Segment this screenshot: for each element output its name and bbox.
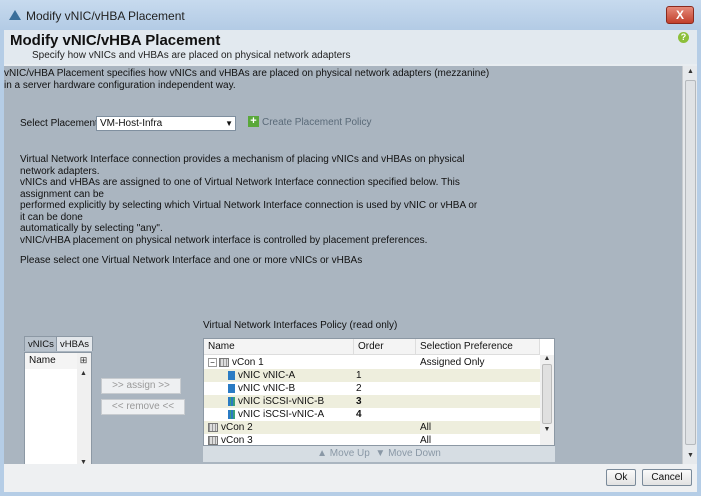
content-panel: vNIC/vHBA Placement specifies how vNICs … (4, 66, 697, 480)
vcon-icon (219, 357, 229, 367)
row-order: 1 (356, 370, 362, 381)
vnic-icon (228, 370, 235, 380)
row-name: vNIC iSCSI-vNIC-A (238, 409, 325, 420)
column-order[interactable]: Order (354, 339, 416, 355)
tab-vnics[interactable]: vNICs (24, 336, 58, 351)
row-preference: All (420, 435, 432, 446)
app-icon (9, 10, 21, 20)
move-up-label: Move Up (329, 448, 370, 459)
table-row[interactable]: vNIC iSCSI-vNIC-B 3 (204, 395, 540, 408)
description-line: performed explicitly by selecting which … (20, 200, 478, 211)
scroll-up-icon[interactable]: ▲ (77, 370, 90, 377)
assign-button[interactable]: >> assign >> (101, 378, 181, 394)
row-name: vNIC vNIC-B (238, 383, 296, 394)
table-row[interactable]: vCon 3 All (204, 434, 540, 446)
table-row[interactable]: vNIC vNIC-B 2 (204, 382, 540, 395)
column-selection-preference[interactable]: Selection Preference (416, 339, 540, 355)
intro-text: vNIC/vHBA Placement specifies how vNICs … (4, 68, 489, 91)
row-name: vCon 2 (221, 422, 253, 433)
title-bar: Modify vNIC/vHBA Placement X (0, 0, 701, 30)
column-name[interactable]: Name (204, 339, 354, 355)
description-line: automatically by selecting "any". (20, 223, 163, 234)
description-line: assignment can be (20, 188, 104, 200)
table-row[interactable]: vNIC iSCSI-vNIC-A 4 (204, 408, 540, 421)
cancel-button[interactable]: Cancel (642, 469, 692, 486)
vcon-icon (208, 435, 218, 445)
scroll-down-icon[interactable]: ▼ (540, 426, 554, 433)
dialog-header: Modify vNIC/vHBA Placement Specify how v… (4, 30, 697, 64)
row-order: 4 (356, 409, 362, 420)
collapse-icon[interactable]: − (208, 357, 217, 367)
row-name: vCon 1 (232, 357, 264, 368)
content-scrollbar[interactable]: ▲ ▼ (682, 66, 697, 464)
ok-button[interactable]: Ok (606, 469, 636, 486)
move-bar: ▲ Move Up ▼ Move Down (203, 446, 555, 462)
row-preference: All (420, 422, 432, 433)
table-row[interactable]: vCon 2 All (204, 421, 540, 434)
policy-table: Name Order Selection Preference − vCon 1 A… (203, 338, 555, 446)
row-name: vNIC vNIC-A (238, 370, 296, 381)
row-name: vCon 3 (221, 435, 253, 446)
placement-select[interactable]: VM-Host-Infra ▼ (96, 116, 236, 131)
list-scrollbar[interactable]: ⊞ ▲ ▼ (77, 353, 91, 479)
scroll-up-icon[interactable]: ▲ (540, 355, 554, 362)
vnic-icon (228, 409, 235, 419)
row-order: 3 (356, 396, 362, 407)
scroll-down-icon[interactable]: ▼ (683, 452, 698, 459)
description-text: Virtual Network Interface connection pro… (20, 154, 477, 246)
help-icon[interactable]: ? (678, 32, 689, 43)
create-placement-policy-link[interactable]: Create Placement Policy (262, 117, 372, 128)
dialog: Modify vNIC/vHBA Placement Specify how v… (4, 30, 697, 492)
table-row[interactable]: − vCon 1 Assigned Only (204, 356, 540, 369)
vnic-list[interactable]: Name ⊞ ▲ ▼ (24, 352, 92, 480)
vnic-icon (228, 383, 235, 393)
policy-title: Virtual Network Interfaces Policy (read … (203, 320, 398, 331)
policy-scrollbar[interactable]: ▲ ▼ (540, 355, 554, 445)
list-header-name[interactable]: Name (25, 353, 77, 369)
move-down-button[interactable]: ▼ Move Down (375, 448, 441, 459)
placement-value: VM-Host-Infra (100, 118, 163, 129)
page-subtitle: Specify how vNICs and vHBAs are placed o… (32, 50, 351, 61)
chevron-down-icon: ▼ (225, 119, 233, 128)
move-up-button[interactable]: ▲ Move Up (317, 448, 370, 459)
table-row[interactable]: vNIC vNIC-A 1 (204, 369, 540, 382)
description-line: vNIC/vHBA placement on physical network … (20, 234, 428, 246)
table-header: Name Order Selection Preference (204, 339, 540, 355)
description-line: network adapters. (20, 165, 100, 177)
row-preference: Assigned Only (420, 357, 485, 368)
scroll-thumb[interactable] (542, 364, 552, 424)
move-down-label: Move Down (388, 448, 441, 459)
scroll-thumb[interactable] (685, 80, 696, 445)
instruction-text: Please select one Virtual Network Interf… (20, 255, 363, 266)
row-order: 2 (356, 383, 362, 394)
page-title: Modify vNIC/vHBA Placement (10, 32, 221, 49)
scroll-up-icon[interactable]: ▲ (683, 68, 698, 75)
plus-icon: + (248, 116, 259, 127)
vcon-icon (208, 422, 218, 432)
column-chooser-icon[interactable]: ⊞ (77, 355, 90, 366)
row-name: vNIC iSCSI-vNIC-B (238, 396, 325, 407)
intro-line: in a server hardware configuration indep… (4, 79, 236, 91)
vnic-icon (228, 396, 235, 406)
window-title: Modify vNIC/vHBA Placement (26, 9, 185, 23)
tab-vhbas[interactable]: vHBAs (56, 336, 94, 351)
remove-button[interactable]: << remove << (101, 399, 185, 415)
select-placement-label: Select Placement: (20, 118, 101, 129)
description-line: vNICs and vHBAs are assigned to one of V… (20, 177, 460, 188)
description-line: Virtual Network Interface connection pro… (20, 154, 465, 165)
intro-line: vNIC/vHBA Placement specifies how vNICs … (4, 68, 490, 79)
close-button[interactable]: X (666, 6, 694, 24)
dialog-footer: Ok Cancel (4, 464, 697, 492)
description-line: it can be done (20, 211, 83, 223)
